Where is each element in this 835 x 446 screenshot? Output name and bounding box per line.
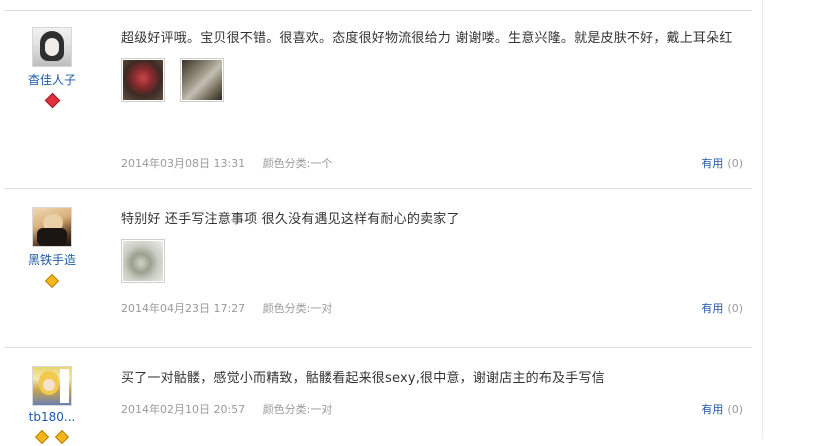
sku-info: 颜色分类:一对 — [262, 403, 333, 416]
review-list: 杳佳人子 超级好评哦。宝贝很不错。很喜欢。态度很好物流很给力 谢谢喽。生意兴隆。… — [0, 0, 752, 445]
useful-vote: 有用 (0) — [701, 155, 743, 171]
reviewer-info: 黑铁手造 — [22, 207, 82, 289]
username[interactable]: tb180... — [22, 410, 82, 424]
avatar[interactable] — [32, 207, 72, 247]
useful-button[interactable]: 有用 — [701, 403, 723, 416]
sidebar-blank — [762, 0, 835, 439]
sku-info: 颜色分类:一个 — [262, 157, 333, 170]
review-content: 超级好评哦。宝贝很不错。很喜欢。态度很好物流很给力 谢谢喽。生意兴隆。就是皮肤不… — [121, 28, 751, 188]
review-meta: 2014年04月23日 17:27 颜色分类:一对 — [121, 300, 332, 316]
useful-button[interactable]: 有用 — [701, 302, 723, 315]
review-date: 2014年04月23日 17:27 — [121, 302, 246, 315]
useful-count: (0) — [727, 157, 743, 170]
useful-vote: 有用 (0) — [701, 401, 743, 417]
credit-badge — [22, 91, 82, 109]
review-item: tb180... 买了一对骷髅，感觉小而精致，骷髅看起来很sexy,很中意，谢谢… — [0, 348, 752, 445]
review-date: 2014年03月08日 13:31 — [121, 157, 246, 170]
useful-button[interactable]: 有用 — [701, 157, 723, 170]
reviewer-info: 杳佳人子 — [22, 27, 82, 109]
review-photos — [121, 239, 751, 283]
review-content: 买了一对骷髅，感觉小而精致，骷髅看起来很sexy,很中意，谢谢店主的布及手写信 … — [121, 368, 751, 439]
review-text: 买了一对骷髅，感觉小而精致，骷髅看起来很sexy,很中意，谢谢店主的布及手写信 — [121, 371, 605, 386]
useful-count: (0) — [727, 403, 743, 416]
review-date: 2014年02月10日 20:57 — [121, 403, 246, 416]
review-content: 特别好 还手写注意事项 很久没有遇见这样有耐心的卖家了 2014年04月23日 … — [121, 209, 751, 347]
sku-info: 颜色分类:一对 — [262, 302, 333, 315]
photo-thumbnail[interactable] — [180, 58, 225, 102]
credit-badge — [22, 427, 82, 445]
username[interactable]: 黑铁手造 — [22, 251, 82, 268]
review-photos — [121, 58, 751, 102]
review-text: 特别好 还手写注意事项 很久没有遇见这样有耐心的卖家了 — [121, 212, 460, 227]
username[interactable]: 杳佳人子 — [22, 71, 82, 88]
avatar[interactable] — [32, 366, 72, 406]
review-item: 杳佳人子 超级好评哦。宝贝很不错。很喜欢。态度很好物流很给力 谢谢喽。生意兴隆。… — [0, 11, 752, 188]
useful-vote: 有用 (0) — [701, 300, 743, 316]
gold-crown-icon — [35, 429, 50, 445]
gold-crown-icon — [44, 273, 60, 289]
avatar[interactable] — [32, 27, 72, 67]
reviewer-info: tb180... — [22, 366, 82, 445]
review-meta: 2014年02月10日 20:57 颜色分类:一对 — [121, 401, 332, 417]
photo-thumbnail[interactable] — [121, 239, 165, 283]
review-meta: 2014年03月08日 13:31 颜色分类:一个 — [121, 155, 332, 171]
credit-badge — [22, 271, 82, 289]
gold-crown-icon — [54, 429, 69, 445]
red-heart-icon — [44, 92, 60, 109]
photo-thumbnail[interactable] — [121, 58, 165, 102]
useful-count: (0) — [727, 302, 743, 315]
review-text: 超级好评哦。宝贝很不错。很喜欢。态度很好物流很给力 谢谢喽。生意兴隆。就是皮肤不… — [121, 31, 733, 46]
review-item: 黑铁手造 特别好 还手写注意事项 很久没有遇见这样有耐心的卖家了 2014年04… — [0, 189, 752, 347]
